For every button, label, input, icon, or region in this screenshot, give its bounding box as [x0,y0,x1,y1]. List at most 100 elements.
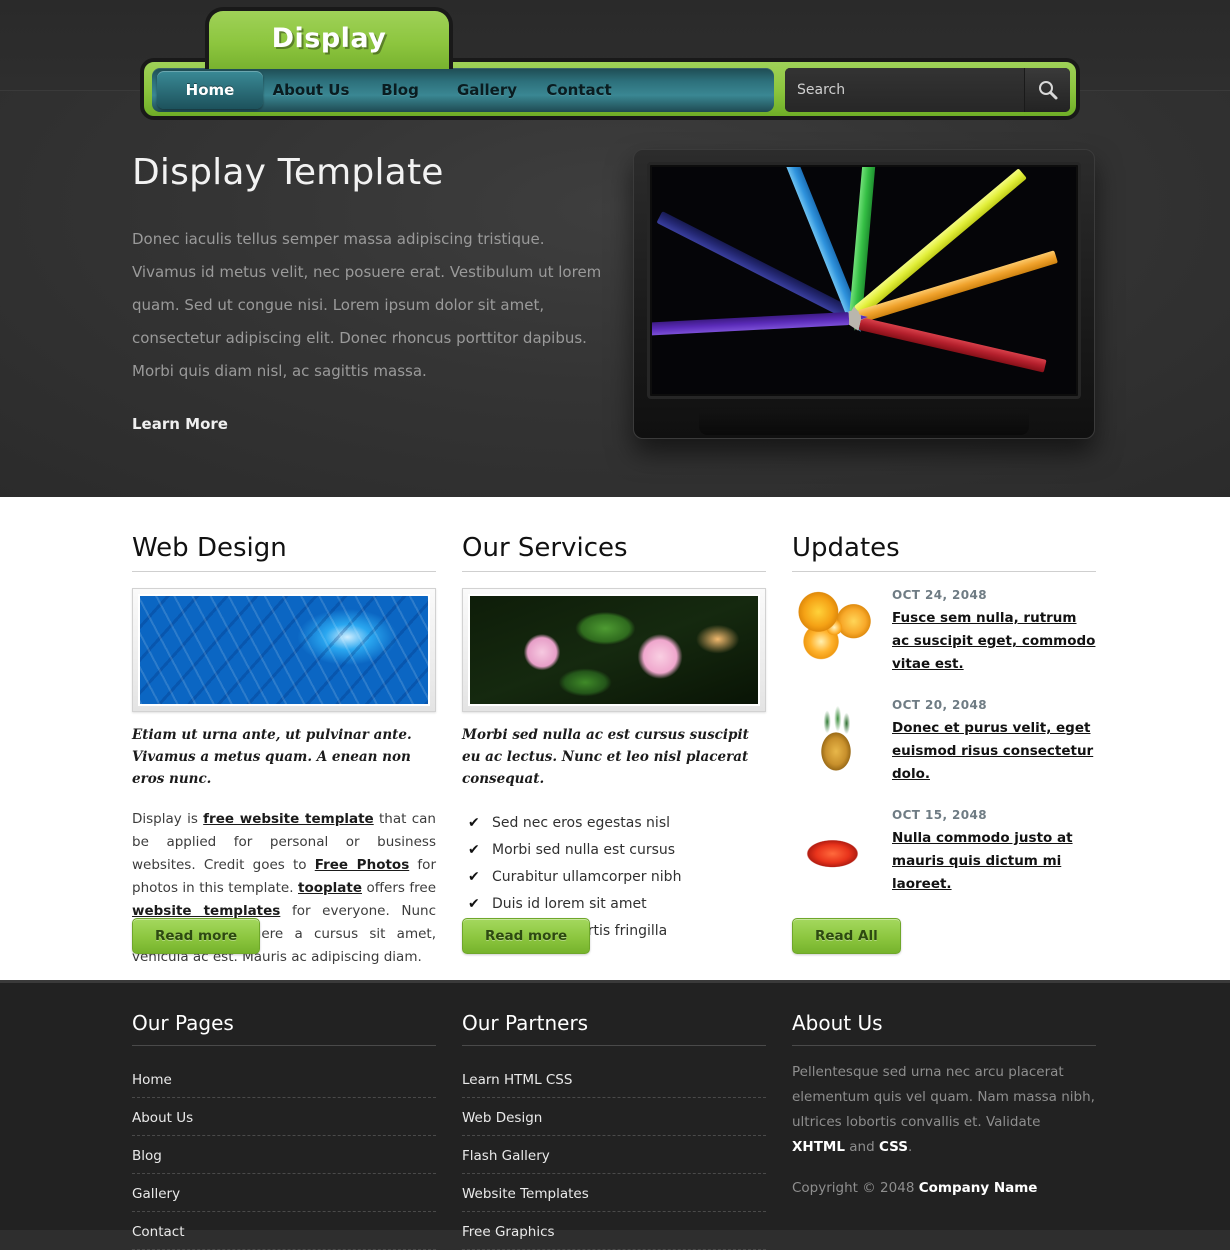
check-icon: ✔ [468,842,480,858]
hero-monitor-image [633,149,1095,439]
update-link[interactable]: Donec et purus velit, eget euismod risus… [892,717,1096,786]
footer-page-link[interactable]: About Us [132,1110,193,1126]
copyright-text: Copyright © 2048 Company Name [792,1180,1038,1196]
our-services-thumbnail [462,588,766,712]
footer-page-link[interactable]: Blog [132,1148,162,1164]
web-design-caption: Etiam ut urna ante, ut pulvinar ante. Vi… [132,727,412,787]
footer-page-link[interactable]: Contact [132,1224,185,1240]
footer-list-item: Contact [132,1212,436,1250]
updates-title: Updates [792,533,1096,572]
check-icon: ✔ [468,869,480,885]
footer-column-our-pages: Our Pages Home About Us Blog Gallery Contact [132,1011,436,1250]
hero-text-block: Display Template Donec iaculis tellus se… [132,152,602,433]
service-list-item: ✔ Curabitur ullamcorper nibh [462,864,766,891]
nav-item-gallery[interactable]: Gallery [441,68,533,112]
search-input[interactable] [785,68,1024,112]
web-design-inline-link[interactable]: free website template [203,811,374,827]
our-partners-title: Our Partners [462,1011,766,1046]
footer: Our Pages Home About Us Blog Gallery Contact… [0,980,1230,1250]
main-content: Web Design Etiam ut urna ante, ut pulvin… [0,497,1230,980]
footer-column-our-partners: Our Partners Learn HTML CSS Web Design Fla… [462,1011,766,1250]
water-drops-image [140,596,428,704]
our-pages-list: Home About Us Blog Gallery Contact [132,1060,436,1250]
our-partners-list: Learn HTML CSS Web Design Flash Gallery Web… [462,1060,766,1250]
update-thumbnail [792,590,880,668]
update-item: OCT 24, 2048 Fusce sem nulla, rutrum ac … [792,588,1096,686]
footer-list-item: Blog [132,1136,436,1174]
column-updates: Updates OCT 24, 2048 Fusce sem nulla, ru… [792,533,1096,954]
web-design-thumbnail-inner [138,594,430,706]
pineapple-image [792,700,880,778]
update-date: OCT 15, 2048 [892,808,988,822]
footer-partner-link[interactable]: Website Templates [462,1186,589,1202]
footer-list-item: Website Templates [462,1174,766,1212]
about-us-title: About Us [792,1011,1096,1046]
check-icon: ✔ [468,896,480,912]
update-link[interactable]: Fusce sem nulla, rutrum ac suscipit eget… [892,607,1096,676]
monitor-screen [652,167,1076,394]
monitor-bezel [647,162,1081,399]
footer-list-item: Web Design [462,1098,766,1136]
strawberry-image [792,810,880,888]
footer-partner-link[interactable]: Flash Gallery [462,1148,550,1164]
search-box [785,68,1070,112]
our-services-read-more-button[interactable]: Read more [462,918,591,954]
check-icon: ✔ [468,815,480,831]
header-band: Display Home About Us Blog Gallery Conta… [0,0,1230,497]
footer-partner-link[interactable]: Learn HTML CSS [462,1072,572,1088]
lantana-flowers-image [470,596,758,704]
update-date: OCT 24, 2048 [892,588,988,602]
footer-list-item: Flash Gallery [462,1136,766,1174]
web-design-inline-link[interactable]: website templates [132,903,280,919]
oranges-image [792,590,880,668]
update-date: OCT 20, 2048 [892,698,988,712]
footer-column-about-us: About Us Pellentesque sed urna nec arcu … [792,1011,1096,1196]
update-body: OCT 24, 2048 Fusce sem nulla, rutrum ac … [892,588,1096,676]
footer-list-item: About Us [132,1098,436,1136]
web-design-title: Web Design [132,533,436,572]
css-link[interactable]: CSS [879,1139,908,1155]
web-design-thumbnail [132,588,436,712]
footer-list-item: Free Graphics [462,1212,766,1250]
update-item: OCT 15, 2048 Nulla commodo justo at maur… [792,808,1096,906]
learn-more-link[interactable]: Learn More [132,415,228,433]
nav-item-about-us[interactable]: About Us [263,68,359,112]
hero-section: Display Template Donec iaculis tellus se… [0,136,1230,466]
our-services-thumbnail-inner [468,594,760,706]
service-list-item: ✔ Morbi sed nulla est cursus [462,837,766,864]
update-link[interactable]: Nulla commodo justo at mauris quis dictu… [892,827,1096,896]
nav-item-blog[interactable]: Blog [359,68,441,112]
service-list-item: ✔ Sed nec eros egestas nisl [462,810,766,837]
update-item: OCT 20, 2048 Donec et purus velit, eget … [792,698,1096,796]
page-root: Display Home About Us Blog Gallery Conta… [0,0,1230,1250]
company-name: Company Name [918,1180,1038,1196]
nav-item-home[interactable]: Home [157,71,263,109]
our-pages-title: Our Pages [132,1011,436,1046]
updates-read-all-button[interactable]: Read All [792,918,901,954]
web-design-read-more-button[interactable]: Read more [132,918,261,954]
footer-page-link[interactable]: Gallery [132,1186,180,1202]
nav-item-contact[interactable]: Contact [533,68,625,112]
pencil-purple [652,310,869,338]
footer-partner-link[interactable]: Web Design [462,1110,542,1126]
site-logo-text: Display [271,23,387,54]
footer-list-item: Learn HTML CSS [462,1060,766,1098]
web-design-inline-link[interactable]: Free Photos [315,857,409,873]
footer-list-item: Home [132,1060,436,1098]
update-body: OCT 20, 2048 Donec et purus velit, eget … [892,698,1096,786]
xhtml-link[interactable]: XHTML [792,1139,845,1155]
logo-tab[interactable]: Display [205,7,453,69]
three-column-layout: Web Design Etiam ut urna ante, ut pulvin… [0,533,1230,980]
footer-list-item: Gallery [132,1174,436,1212]
about-us-text: Pellentesque sed urna nec arcu placerat … [792,1064,1095,1155]
column-our-services: Our Services Morbi sed nulla ac est curs… [462,533,766,954]
footer-page-link[interactable]: Home [132,1072,172,1088]
web-design-inline-link[interactable]: tooplate [298,880,362,896]
our-services-caption: Morbi sed nulla ac est cursus suscipit e… [462,727,749,787]
hero-paragraph: Donec iaculis tellus semper massa adipis… [132,230,602,380]
update-thumbnail [792,810,880,888]
search-button[interactable] [1024,68,1070,112]
footer-partner-link[interactable]: Free Graphics [462,1224,555,1240]
monitor-stand [699,409,1029,435]
pencil-red [839,312,1047,373]
